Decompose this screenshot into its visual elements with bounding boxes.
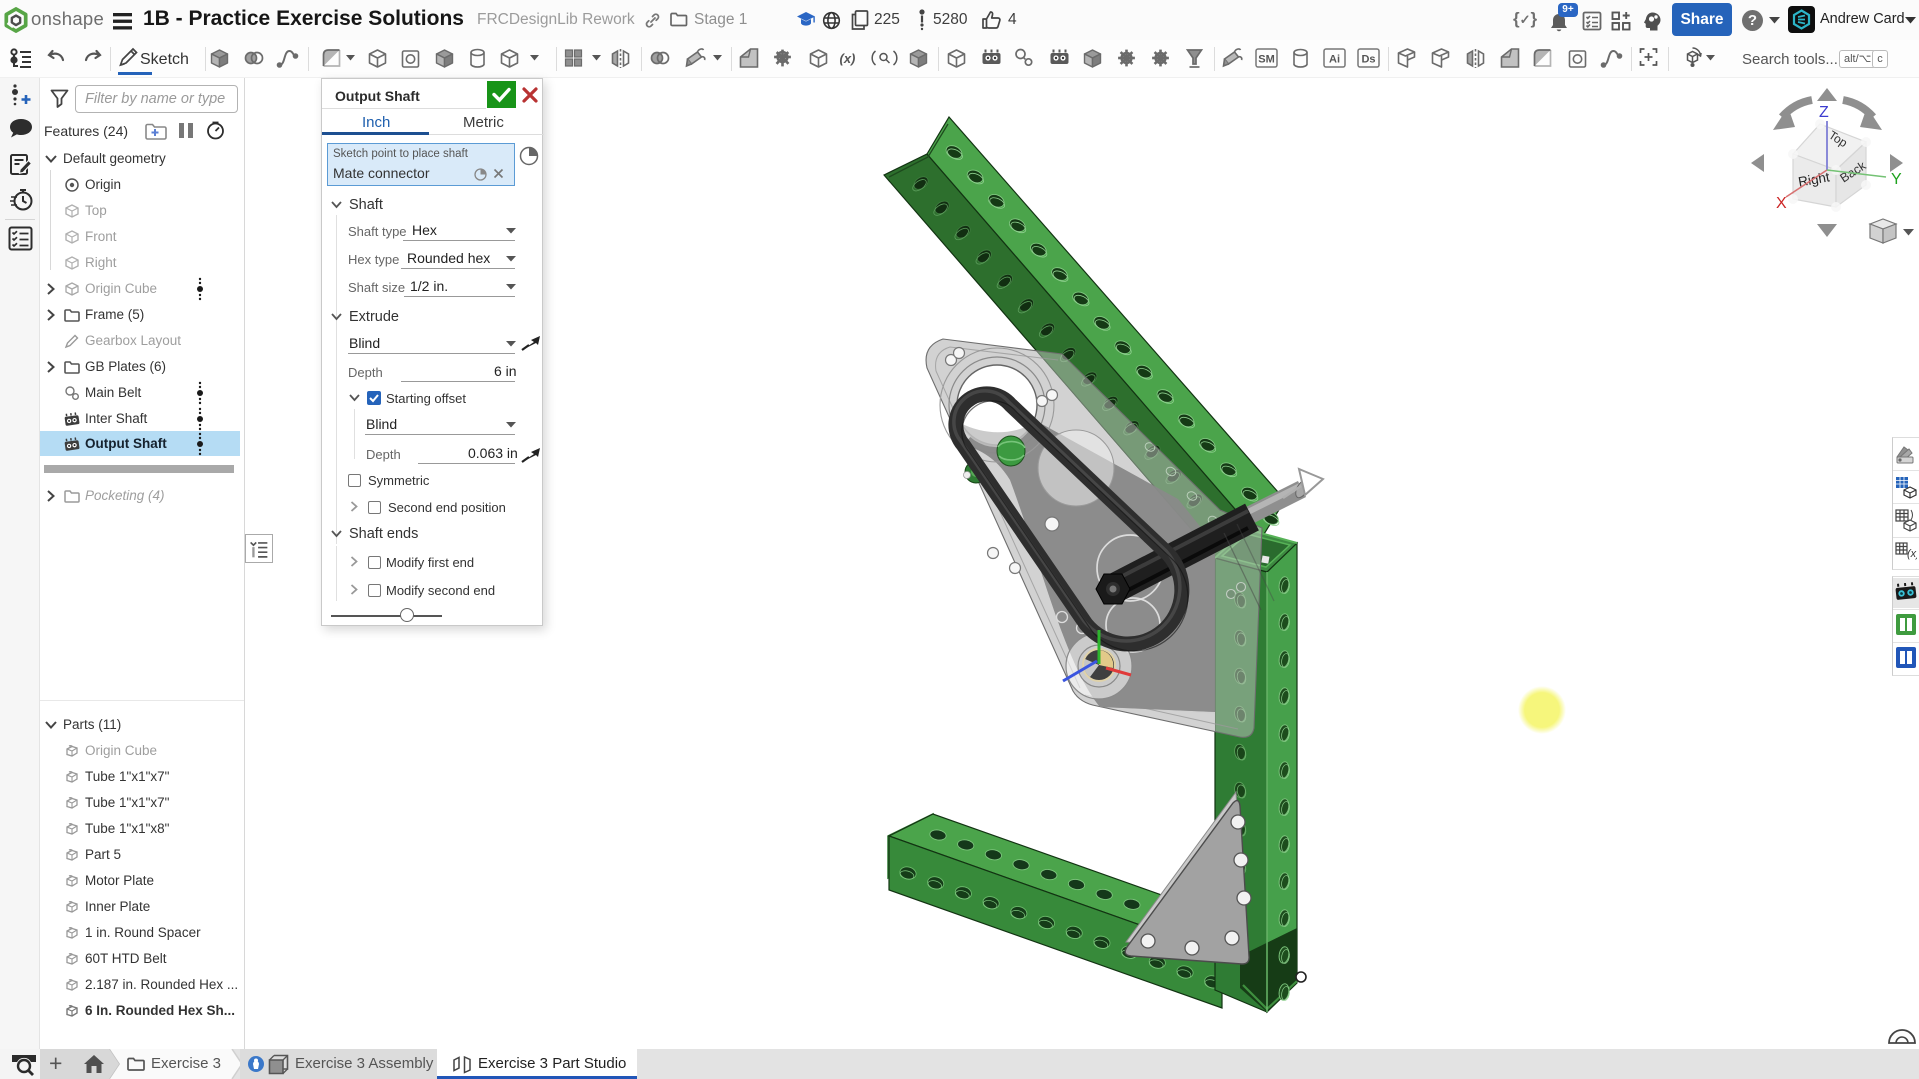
svg-text:Z: Z	[1819, 104, 1829, 121]
svg-text:Y: Y	[1891, 171, 1902, 188]
svg-text:X: X	[1776, 195, 1787, 212]
svg-text:Ai: Ai	[1329, 54, 1340, 66]
svg-text:(x): (x)	[1907, 548, 1917, 560]
svg-text:SM: SM	[1258, 54, 1275, 66]
svg-text:Ds: Ds	[1361, 54, 1375, 66]
svg-text:(x): (x)	[840, 51, 856, 66]
